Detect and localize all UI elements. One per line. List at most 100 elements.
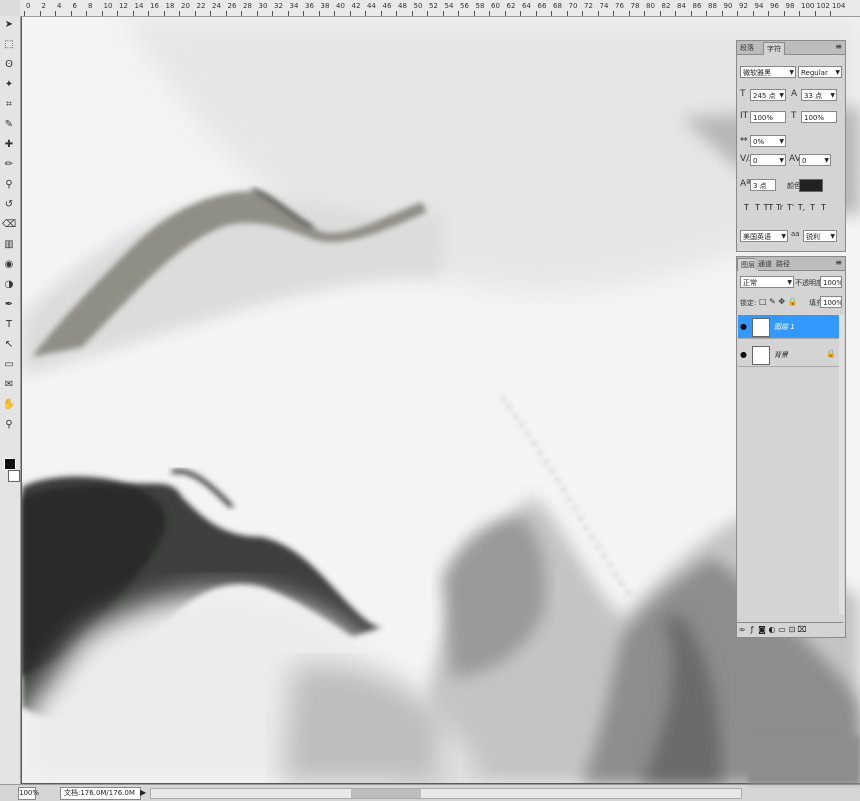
fill-field[interactable]: 100% [820, 296, 842, 308]
history-brush-icon[interactable]: ↺ [2, 198, 16, 212]
ruler-tick-label: 12 [119, 2, 128, 10]
tab-paths[interactable]: 路径 [773, 258, 793, 270]
ruler-tick-label: 6 [72, 2, 77, 10]
delete-layer-icon[interactable]: ⌧ [797, 623, 807, 637]
pen-tool-icon[interactable]: ✒ [2, 298, 16, 312]
ruler-tick [287, 11, 289, 16]
crop-tool-icon[interactable]: ⌗ [2, 98, 16, 112]
document-canvas[interactable] [22, 17, 860, 783]
text-style-button[interactable]: T' [785, 203, 796, 212]
ruler-tick-label: 44 [367, 2, 376, 10]
foreground-color-swatch[interactable] [4, 458, 16, 470]
ruler-tick [24, 11, 25, 16]
layer-row[interactable]: ● 背景 🔒 [738, 343, 842, 367]
ruler-tick [613, 11, 614, 16]
ruler-tick [101, 11, 103, 16]
text-style-button[interactable]: T [741, 203, 752, 212]
brush-tool-icon[interactable]: ✏ [2, 158, 16, 172]
eyedropper-icon[interactable]: ✎ [2, 118, 16, 132]
ruler-tick [814, 11, 816, 16]
ruler-tick [690, 11, 692, 16]
ruler-tick-label: 36 [305, 2, 314, 10]
layer-row[interactable]: ● 图层 1 [738, 315, 842, 339]
hand-tool-icon[interactable]: ✋ [2, 398, 16, 412]
link-layers-icon[interactable]: ∞ [737, 623, 747, 637]
zoom-tool-icon[interactable]: ⚲ [2, 418, 16, 432]
marquee-tool-icon[interactable]: ⬚ [2, 38, 16, 52]
ruler-tick-label: 22 [196, 2, 206, 10]
eraser-icon[interactable]: ⌫ [2, 218, 16, 232]
ruler-tick-label: 88 [708, 2, 717, 10]
status-arrow-icon[interactable]: ▶ [140, 788, 146, 797]
lasso-tool-icon[interactable]: ʘ [2, 58, 16, 72]
layer-style-icon[interactable]: ƒ [747, 623, 757, 637]
panel-menu-icon[interactable]: ≡ [835, 258, 842, 267]
layers-scrollbar[interactable] [839, 315, 844, 615]
notes-icon[interactable]: ✉ [2, 378, 16, 392]
ruler-tick [148, 11, 149, 16]
ruler-tick-label: 84 [677, 2, 686, 10]
blend-mode-select[interactable]: 正常 ▼ [740, 276, 794, 288]
ruler-tick-label: 2 [41, 2, 46, 10]
ruler-tick-label: 40 [336, 2, 345, 10]
text-color-swatch[interactable] [799, 179, 823, 192]
tracking-field[interactable]: 0 ▼ [799, 154, 831, 166]
lock-icons[interactable]: □ ✎ ✥ 🔒 [759, 297, 798, 306]
gradient-icon[interactable]: ▥ [2, 238, 16, 252]
text-style-button[interactable]: T [752, 203, 763, 212]
ruler-tick [334, 11, 335, 16]
dodge-tool-icon[interactable]: ◑ [2, 278, 16, 292]
language-select[interactable]: 美国英语 ▼ [740, 230, 788, 242]
tab-paragraph[interactable]: 段落 [737, 42, 757, 54]
background-color-swatch[interactable] [8, 470, 20, 482]
new-layer-icon[interactable]: ⊡ [787, 623, 797, 637]
ruler-tick-label: 10 [103, 2, 113, 10]
ruler-tick-label: 86 [692, 2, 702, 10]
layer-name: 背景 [774, 351, 788, 359]
leading-field[interactable]: 33 点 ▼ [801, 89, 837, 101]
scroll-thumb[interactable] [351, 789, 421, 798]
font-style-select[interactable]: Regular ▼ [798, 66, 842, 78]
clone-stamp-icon[interactable]: ⚲ [2, 178, 16, 192]
kerning-field[interactable]: 0 ▼ [750, 154, 786, 166]
font-family-select[interactable]: 微软雅黑 ▼ [740, 66, 796, 78]
move-tool-icon[interactable]: ➤ [2, 18, 16, 32]
baseline-shift-field[interactable]: 3 点 [750, 179, 776, 191]
layer-mask-icon[interactable]: ◙ [757, 623, 767, 637]
zoom-field[interactable]: 100% [18, 787, 39, 800]
vertical-scale-field[interactable]: 100% [750, 111, 786, 123]
tsume-field[interactable]: 0% ▼ [750, 135, 786, 147]
text-style-button[interactable]: TT [763, 203, 774, 212]
baseline-shift-icon: Aª [740, 179, 751, 189]
ruler-tick [427, 11, 428, 16]
eye-icon[interactable]: ● [740, 350, 749, 359]
shape-tool-icon[interactable]: ▭ [2, 358, 16, 372]
tab-channels[interactable]: 通道 [755, 258, 775, 270]
text-style-button[interactable]: T [818, 203, 829, 212]
opacity-field[interactable]: 100% [820, 276, 842, 288]
text-style-button[interactable]: Tr [774, 203, 785, 212]
panel-menu-icon[interactable]: ≡ [835, 42, 842, 51]
text-style-button[interactable]: T, [796, 203, 807, 212]
eye-icon[interactable]: ● [740, 322, 749, 331]
blur-tool-icon[interactable]: ◉ [2, 258, 16, 272]
ruler-tick [396, 11, 397, 16]
path-select-icon[interactable]: ↖ [2, 338, 16, 352]
horizontal-scrollbar[interactable] [150, 788, 742, 799]
adjustment-layer-icon[interactable]: ◐ [767, 623, 777, 637]
horizontal-scale-field[interactable]: 100% [801, 111, 837, 123]
type-tool-icon[interactable]: T [2, 318, 16, 332]
ruler-tick-label: 64 [522, 2, 531, 10]
tab-character[interactable]: 字符 [763, 42, 785, 55]
healing-brush-icon[interactable]: ✚ [2, 138, 16, 152]
ruler-tick [132, 11, 134, 16]
ruler-tick [473, 11, 475, 16]
antialias-select[interactable]: 锐利 ▼ [803, 230, 837, 242]
leading-icon: A [791, 89, 798, 99]
new-group-icon[interactable]: ▭ [777, 623, 787, 637]
font-size-field[interactable]: 245 点 ▼ [750, 89, 786, 101]
text-style-button[interactable]: T [807, 203, 818, 212]
ruler-tick-label: 14 [134, 2, 144, 10]
magic-wand-icon[interactable]: ✦ [2, 78, 16, 92]
ruler-tick [551, 11, 552, 16]
